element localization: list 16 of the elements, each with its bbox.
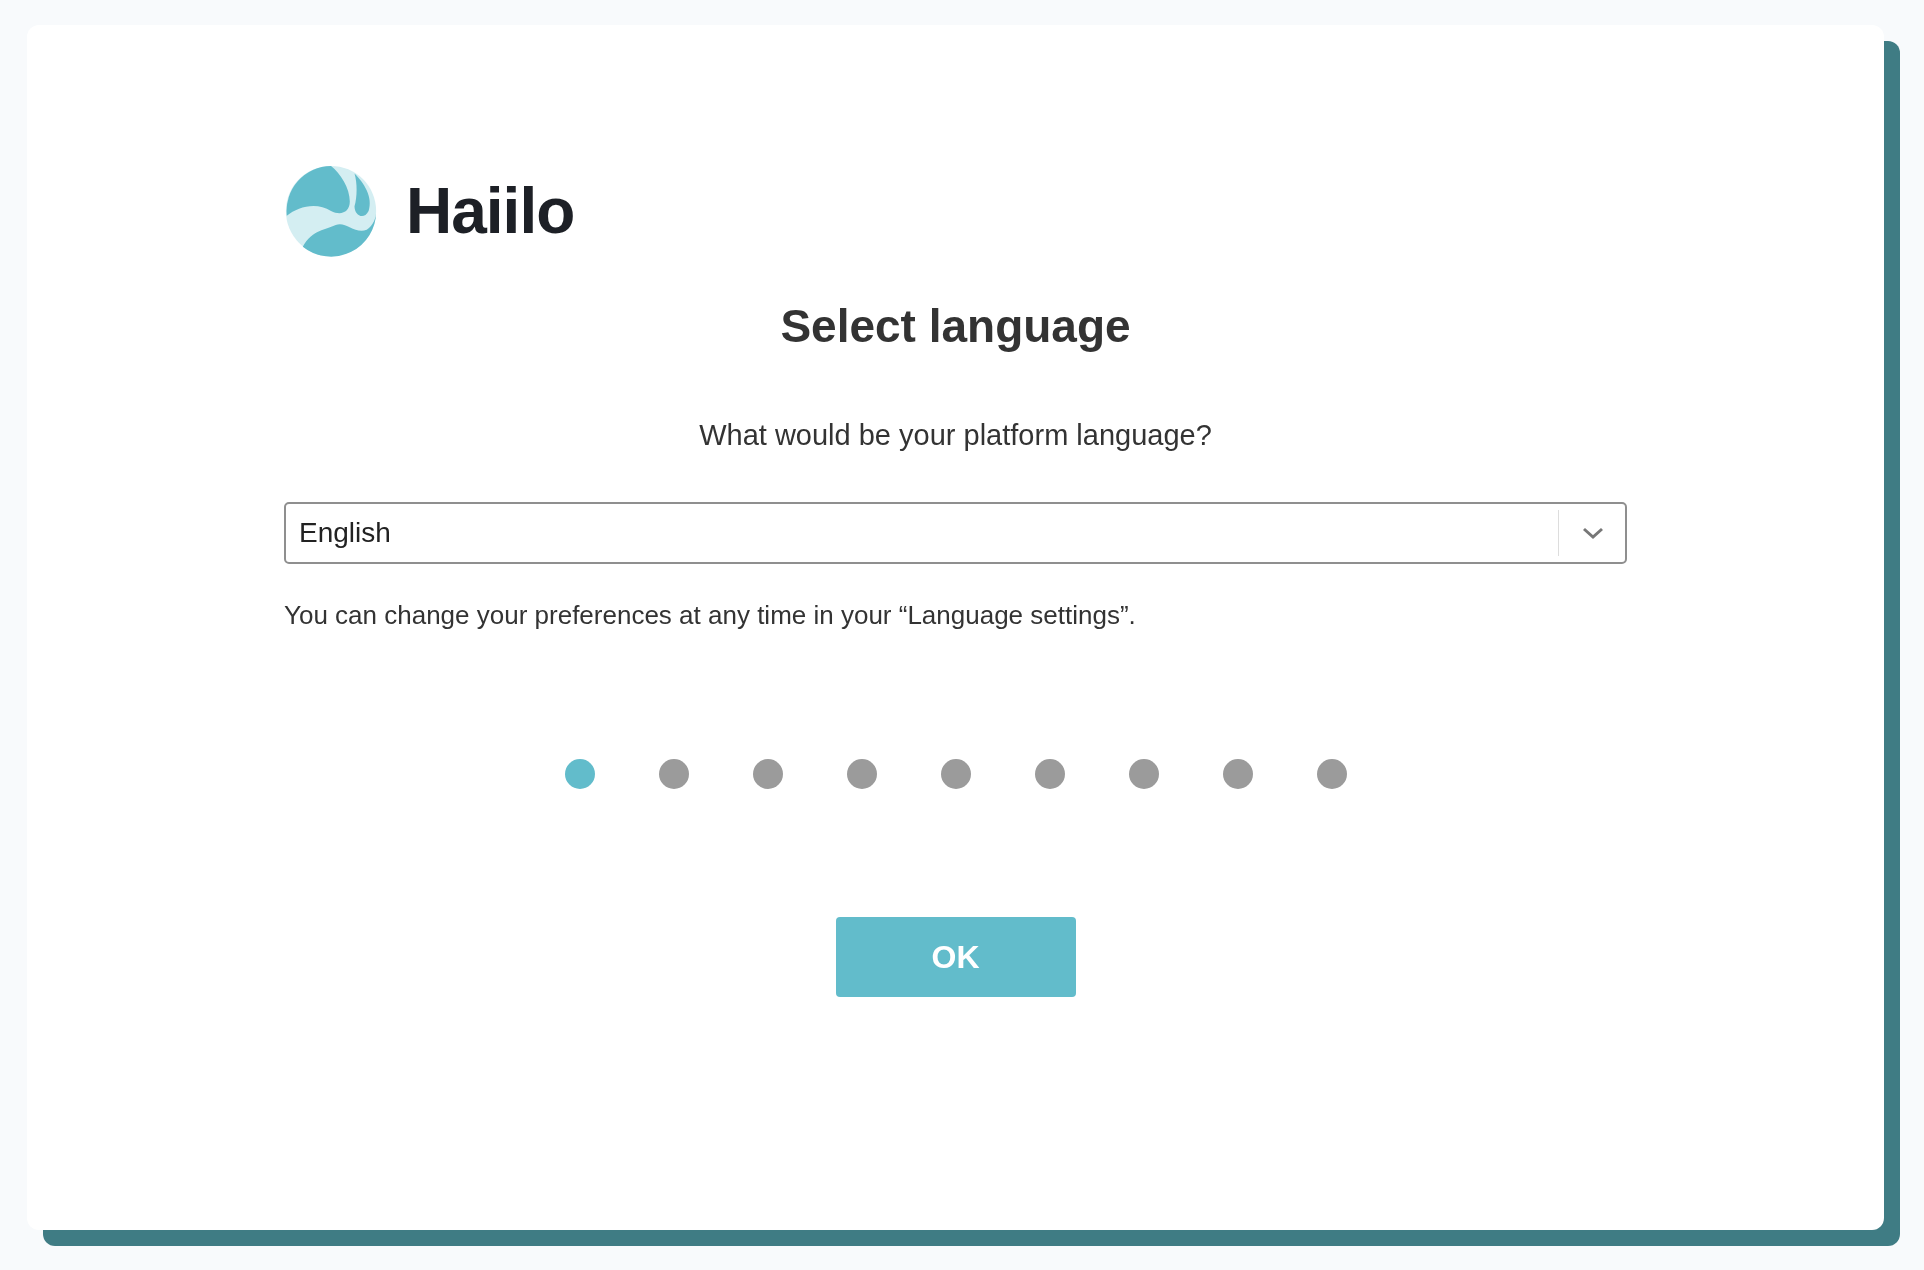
step-dot[interactable] — [1316, 759, 1347, 789]
logo-icon — [284, 164, 378, 258]
chevron-down-icon — [1581, 526, 1605, 540]
step-dot[interactable] — [1222, 759, 1253, 789]
hint-text: You can change your preferences at any time in your “Language settings”. — [284, 600, 1136, 631]
step-dot[interactable] — [752, 759, 783, 789]
step-dot[interactable] — [846, 759, 877, 789]
step-dot[interactable] — [564, 759, 595, 789]
step-dot[interactable] — [1034, 759, 1065, 789]
step-dot[interactable] — [940, 759, 971, 789]
step-dot[interactable] — [658, 759, 689, 789]
logo-text: Haiilo — [406, 174, 575, 248]
language-dropdown[interactable]: English — [284, 502, 1627, 564]
step-dot[interactable] — [1128, 759, 1159, 789]
dialog-title: Select language — [780, 299, 1131, 353]
question-text: What would be your platform language? — [699, 419, 1212, 452]
